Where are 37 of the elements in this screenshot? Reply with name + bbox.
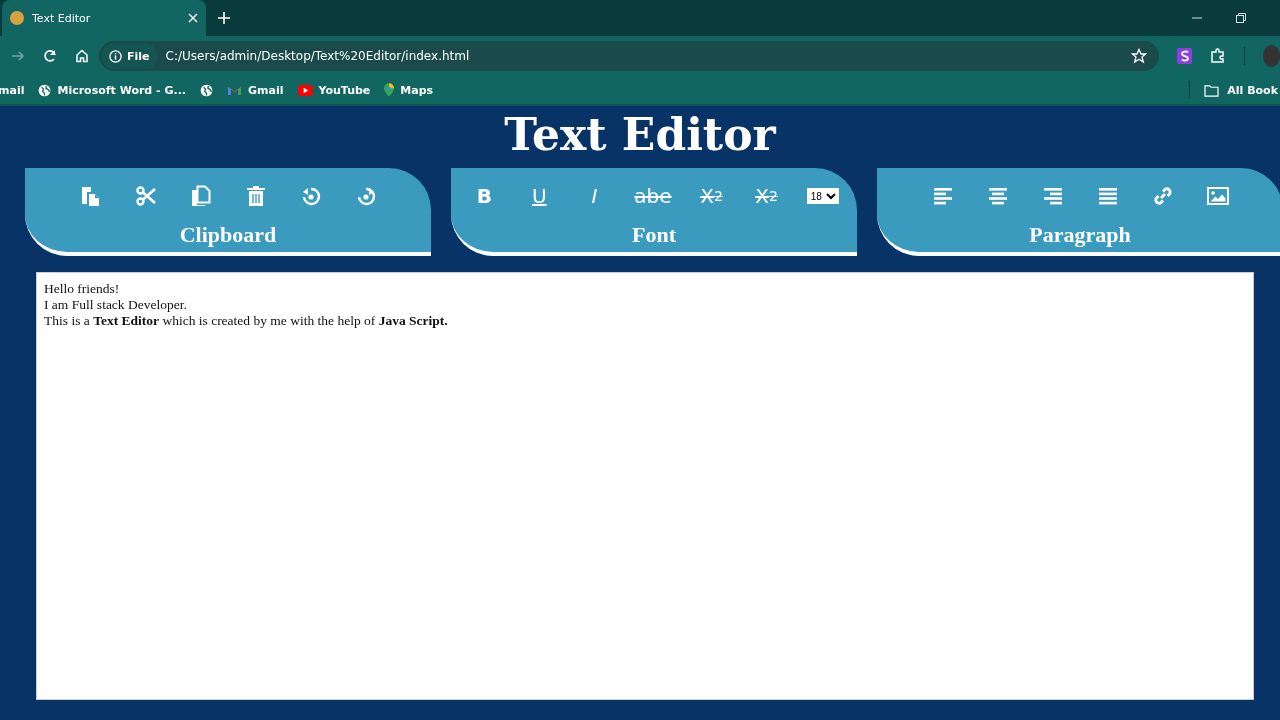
address-bar[interactable]: File C:/Users/admin/Desktop/Text%20Editor/index.html bbox=[99, 41, 1159, 71]
extension-icon[interactable] bbox=[1177, 48, 1193, 64]
editor-area[interactable]: Hello friends! I am Full stack Developer. This is a Text Editor which is created by me with the help of Java Script. bbox=[36, 272, 1254, 700]
text-line: Hello friends! bbox=[44, 281, 121, 297]
browser-tab[interactable]: Text Editor bbox=[2, 0, 206, 36]
puzzle-icon[interactable] bbox=[1210, 48, 1227, 64]
globe-icon bbox=[38, 83, 52, 97]
restore-icon[interactable] bbox=[1236, 13, 1246, 23]
url-text: C:/Users/admin/Desktop/Text%20Editor/index.html bbox=[165, 49, 470, 63]
page-title: Text Editor bbox=[503, 108, 777, 162]
group-label: Clipboard bbox=[179, 222, 277, 248]
bookmark[interactable]: Microsoft Word - G... bbox=[38, 83, 187, 97]
star-icon[interactable] bbox=[1131, 48, 1147, 64]
text-line: This is a Text Editor which is created by me with the help of Java Script. bbox=[44, 313, 449, 329]
bookmark[interactable]: YouTube bbox=[297, 83, 371, 97]
avatar-icon[interactable] bbox=[1263, 45, 1280, 67]
folder-icon bbox=[1204, 83, 1220, 97]
mail-icon bbox=[227, 84, 243, 96]
globe-icon bbox=[200, 83, 214, 97]
bookmark[interactable]: Gmail bbox=[227, 83, 284, 97]
close-icon[interactable] bbox=[188, 13, 198, 23]
bookmark[interactable]: Maps bbox=[384, 83, 434, 97]
info-icon bbox=[109, 49, 122, 63]
group-label: Paragraph bbox=[1029, 222, 1131, 248]
bookmark[interactable] bbox=[200, 83, 214, 97]
home-icon[interactable] bbox=[75, 49, 89, 63]
forward-icon[interactable] bbox=[11, 49, 25, 63]
site-info-button[interactable]: File bbox=[101, 43, 158, 69]
text-line: I am Full stack Developer. bbox=[44, 297, 188, 313]
avatar-icon bbox=[10, 11, 24, 25]
font-size-select[interactable]: 18 bbox=[806, 188, 839, 204]
group-label: Font bbox=[632, 222, 676, 248]
reload-icon[interactable] bbox=[43, 49, 57, 63]
play-icon bbox=[297, 84, 313, 96]
all-bookmarks-button[interactable]: All Book bbox=[1204, 83, 1278, 97]
new-tab-icon[interactable] bbox=[218, 12, 230, 24]
map-pin-icon bbox=[384, 83, 395, 97]
